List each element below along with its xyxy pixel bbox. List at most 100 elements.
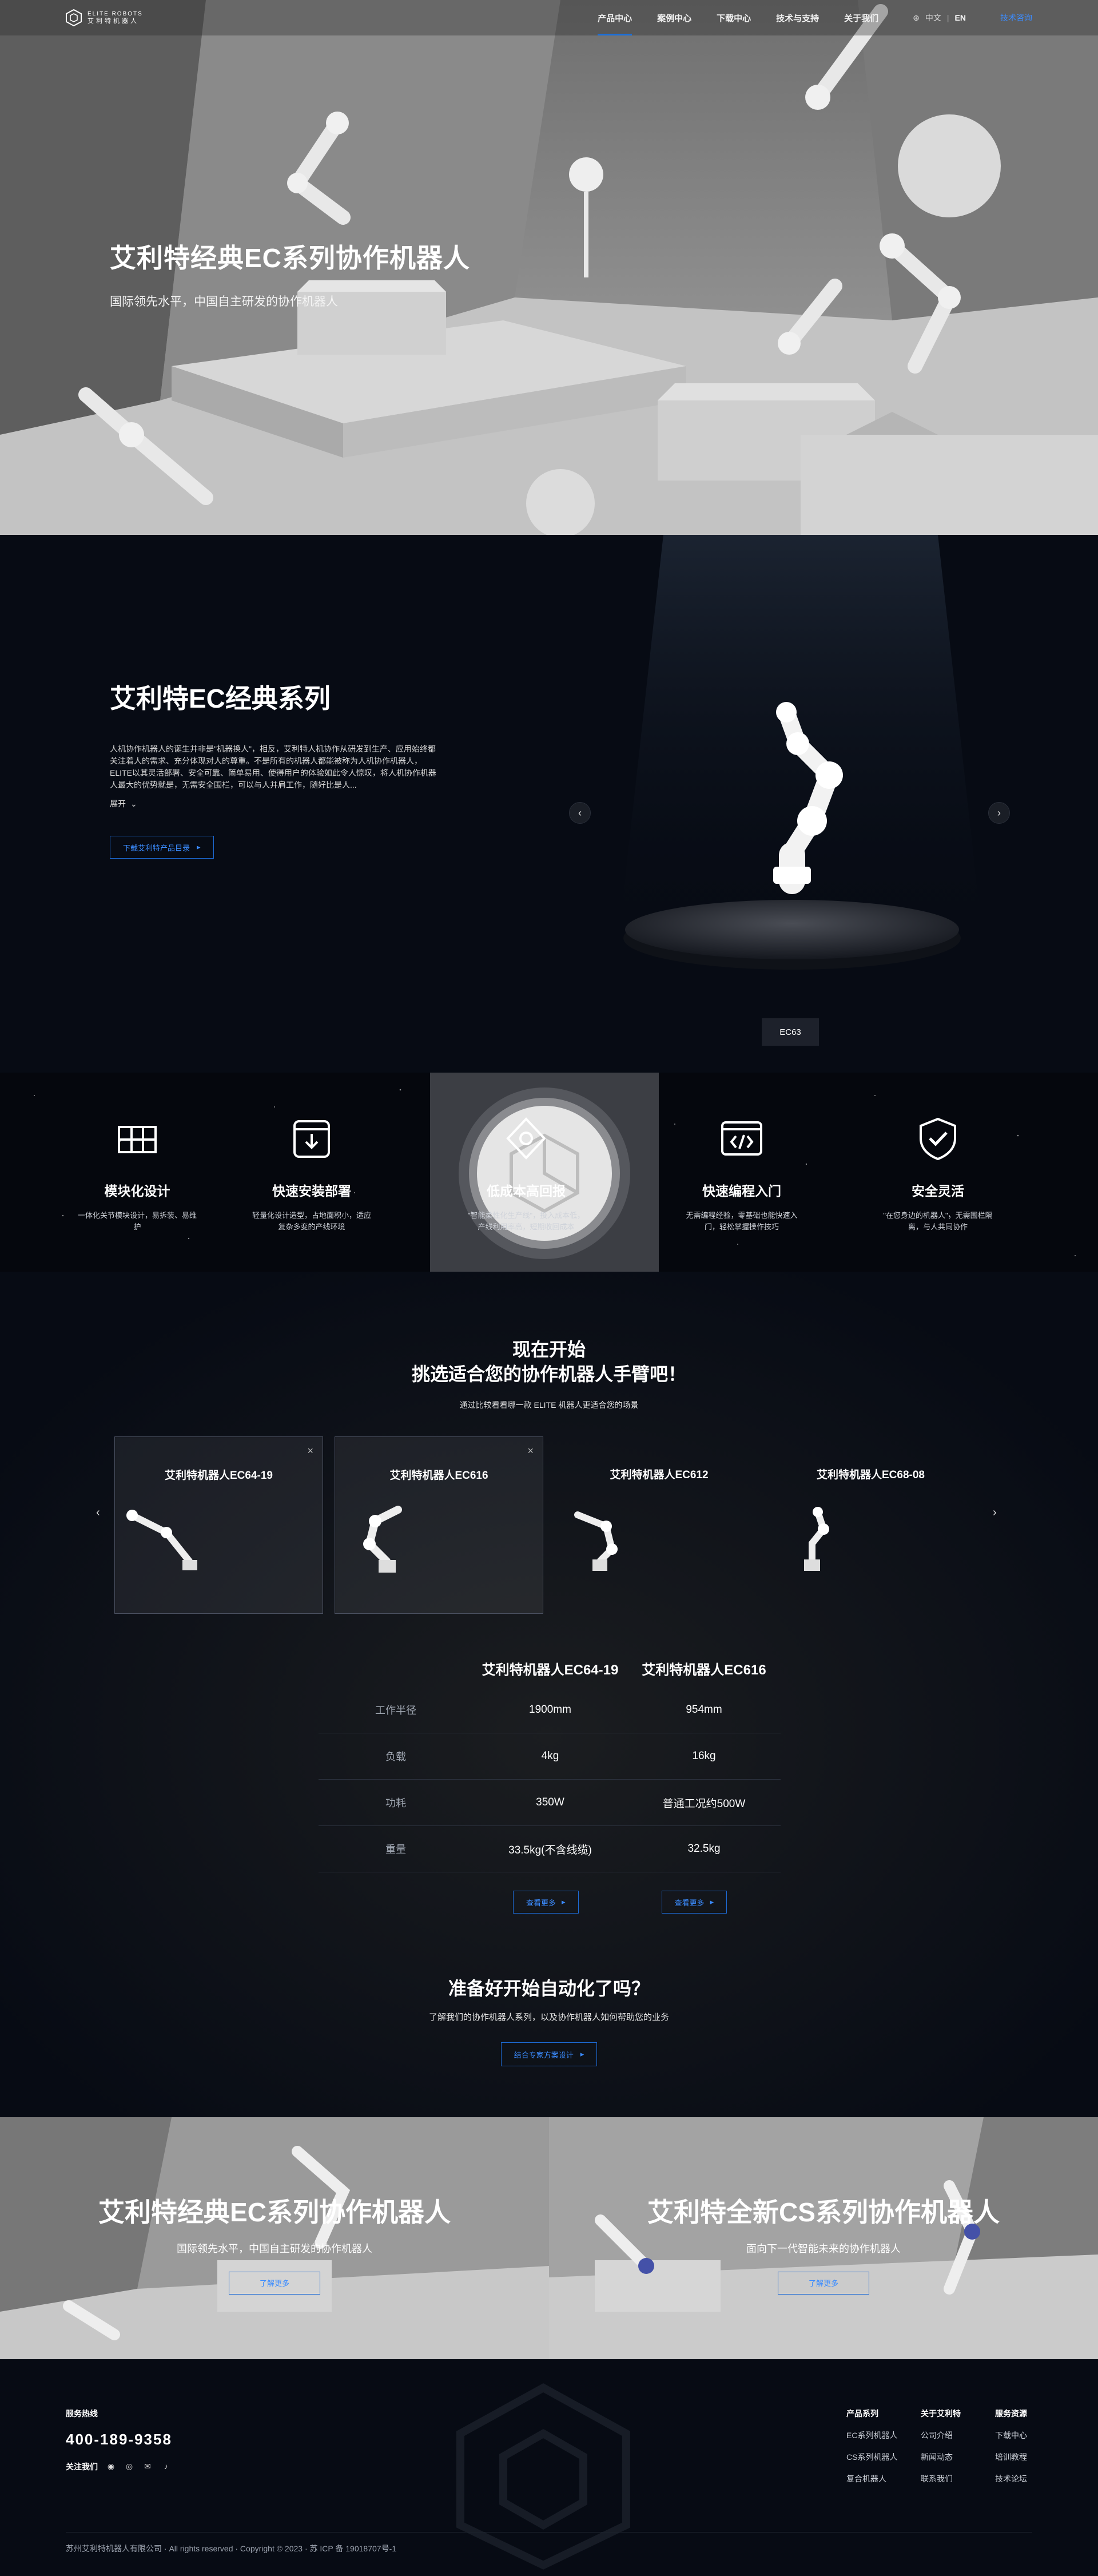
caret-right-icon: ▸ (197, 843, 201, 851)
footer-link[interactable]: 下载中心 (995, 2430, 1069, 2441)
nav-downloads[interactable]: 下载中心 (717, 0, 751, 35)
nav-cases[interactable]: 案例中心 (657, 0, 691, 35)
model-tag[interactable]: EC63 (762, 1018, 819, 1046)
logo[interactable]: ELITE ROBOTS 艾利特机器人 (66, 9, 143, 26)
table-row: 负载 4kg 16kg (319, 1733, 781, 1780)
feature-title: 快速安装部署 (272, 1184, 351, 1198)
robot-card[interactable]: 艾利特机器人EC612 (555, 1436, 763, 1614)
spec-value: 1900mm (529, 1704, 571, 1716)
series-title: 艾利特EC经典系列 (110, 684, 331, 713)
spec-value: 350W (536, 1796, 564, 1808)
footer-link[interactable]: 新闻动态 (921, 2451, 995, 2463)
nav-about[interactable]: 关于我们 (844, 0, 878, 35)
banner-title: 艾利特全新CS系列协作机器人 (647, 2197, 1000, 2227)
hero-subtitle: 国际领先水平，中国自主研发的协作机器人 (110, 295, 338, 308)
spec-compare-table: 艾利特机器人EC64-19 艾利特机器人EC616 工作半径 1900mm 95… (319, 1649, 781, 1914)
globe-icon: ⊕ (913, 13, 920, 22)
next-arrow-button[interactable]: › (988, 802, 1010, 824)
robot-arm-image (574, 1511, 618, 1571)
weibo-icon[interactable]: ◎ (124, 2462, 134, 2472)
feature-description: 无需编程经验，零基础也能快速入门，轻松掌握操作技巧 (686, 1211, 798, 1231)
ready-title: 准备好开始自动化了吗？ (448, 1978, 650, 1999)
robot-card[interactable]: × 艾利特机器人EC64-19 (114, 1436, 323, 1614)
chevron-right-icon[interactable]: › (993, 1506, 997, 1519)
caret-right-icon: ▸ (580, 2050, 584, 2058)
spec-header-col1: 艾利特机器人EC64-19 (482, 1662, 619, 1678)
download-catalog-button[interactable]: 下载艾利特产品目录 ▸ (110, 836, 214, 859)
ready-subtitle: 了解我们的协作机器人系列，以及协作机器人如何帮助您的业务 (428, 2013, 669, 2022)
banner-subtitle: 面向下一代智能未来的协作机器人 (746, 2243, 901, 2255)
robot-card-title: 艾利特机器人EC612 (610, 1469, 709, 1481)
robot-card[interactable]: × 艾利特机器人EC616 (335, 1436, 543, 1614)
hotline-number[interactable]: 400-189-9358 (66, 2431, 172, 2448)
expand-button[interactable]: 展开 ⌄ (110, 798, 441, 809)
feature-description: 轻量化设计造型，占地面积小，适应复杂多变的产线环境 (252, 1211, 371, 1231)
features-section: 模块化设计 一体化关节模块设计，易拆装、易维护 快速安装部署 轻量化设计造型，占… (0, 1073, 1098, 1272)
lang-cn[interactable]: 中文 (925, 12, 941, 23)
site-header: ELITE ROBOTS 艾利特机器人 产品中心 案例中心 下载中心 技术与支持… (0, 0, 1098, 35)
feature-modular: 模块化设计 一体化关节模块设计，易拆装、易维护 (69, 1116, 206, 1233)
view-more-button[interactable]: 查看更多 ▸ (661, 1891, 727, 1914)
footer-link[interactable]: EC系列机器人 (846, 2430, 921, 2441)
close-icon[interactable]: × (527, 1445, 534, 1457)
grid-module-icon (118, 1126, 157, 1153)
site-footer: 服务热线 400-189-9358 关注我们 ◉ ◎ ✉ ♪ 产品系列 EC系列… (0, 2359, 1098, 2576)
close-icon[interactable]: × (307, 1445, 313, 1457)
spec-label: 重量 (385, 1844, 406, 1855)
lang-en[interactable]: EN (955, 13, 966, 22)
email-icon[interactable]: ✉ (142, 2462, 153, 2472)
robot-arm-image (126, 1510, 197, 1570)
footer-link[interactable]: 公司介绍 (921, 2430, 995, 2441)
table-row: 功耗 350W 普通工况约500W (319, 1780, 781, 1826)
tiktok-icon[interactable]: ♪ (161, 2462, 171, 2472)
feature-programming: 快速编程入门 无需编程经验，零基础也能快速入门，轻松掌握操作技巧 (673, 1116, 810, 1233)
wechat-icon[interactable]: ◉ (106, 2462, 116, 2472)
compare-title-line1: 现在开始 (512, 1339, 586, 1360)
series-description: 人机协作机器人的诞生并非是"机器换人"，相反，艾利特人机协作从研发到生产、应用始… (110, 744, 436, 789)
hero-banner: 艾利特经典EC系列协作机器人 国际领先水平，中国自主研发的协作机器人 (0, 0, 1098, 535)
table-row: 重量 33.5kg(不含线缆) 32.5kg (319, 1826, 781, 1872)
robot-card[interactable]: 艾利特机器人EC68-08 (766, 1436, 975, 1614)
footer-columns: 产品系列 EC系列机器人 CS系列机器人 复合机器人 关于艾利特 公司介绍 新闻… (846, 2408, 1069, 2495)
footer-column-title: 产品系列 (846, 2409, 878, 2418)
robot-arm-image (363, 1506, 402, 1573)
footer-column: 服务资源 下载中心 培训教程 技术论坛 (995, 2408, 1069, 2495)
learn-more-button[interactable]: 了解更多 (229, 2272, 320, 2295)
footer-link[interactable]: 复合机器人 (846, 2473, 921, 2484)
table-row: 工作半径 1900mm 954mm (319, 1687, 781, 1733)
ec-series-banner[interactable]: 艾利特经典EC系列协作机器人 国际领先水平，中国自主研发的协作机器人 了解更多 (0, 2117, 549, 2359)
caret-right-icon: ▸ (562, 1898, 566, 1906)
view-more-button[interactable]: 查看更多 ▸ (513, 1891, 579, 1914)
feature-safety: 安全灵活 "在您身边的机器人"，无需围栏隔离，与人共同协作 (869, 1116, 1006, 1233)
footer-link[interactable]: 技术论坛 (995, 2473, 1069, 2484)
feature-title: 模块化设计 (104, 1184, 170, 1198)
feature-description: 一体化关节模块设计，易拆装、易维护 (77, 1211, 197, 1231)
footer-link[interactable]: 培训教程 (995, 2451, 1069, 2463)
compare-section: 现在开始 挑选适合您的协作机器人手臂吧！ 通过比较看看哪一款 ELITE 机器人… (0, 1272, 1098, 2117)
tech-consult-link[interactable]: 技术咨询 (1000, 12, 1032, 23)
copyright: 苏州艾利特机器人有限公司 · All rights reserved · Cop… (66, 2532, 1032, 2554)
expert-solution-button[interactable]: 结合专家方案设计 ▸ (500, 2042, 598, 2066)
spec-table-header: 艾利特机器人EC64-19 艾利特机器人EC616 (319, 1649, 781, 1687)
chevron-left-icon: ‹ (578, 807, 582, 819)
chevron-left-icon[interactable]: ‹ (96, 1506, 100, 1519)
language-switcher: ⊕ 中文 | EN (913, 12, 966, 23)
learn-more-button[interactable]: 了解更多 (778, 2272, 869, 2295)
prev-arrow-button[interactable]: ‹ (569, 802, 591, 824)
robot-card-title: 艾利特机器人EC64-19 (165, 1470, 273, 1482)
footer-link[interactable]: CS系列机器人 (846, 2451, 921, 2463)
nav-products[interactable]: 产品中心 (598, 0, 632, 35)
spec-value: 16kg (692, 1750, 716, 1762)
logo-icon (66, 9, 82, 26)
spec-value: 4kg (541, 1750, 559, 1762)
cs-series-banner[interactable]: 艾利特全新CS系列协作机器人 面向下一代智能未来的协作机器人 了解更多 (549, 2117, 1098, 2359)
compare-title-line2: 挑选适合您的协作机器人手臂吧！ (411, 1364, 686, 1384)
hotline-label: 服务热线 (66, 2409, 98, 2418)
spec-label: 功耗 (385, 1797, 406, 1809)
nav-support[interactable]: 技术与支持 (776, 0, 819, 35)
download-catalog-label: 下载艾利特产品目录 (123, 843, 190, 852)
compare-subtitle: 通过比较看看哪一款 ELITE 机器人更适合您的场景 (459, 1400, 639, 1410)
footer-link[interactable]: 联系我们 (921, 2473, 995, 2484)
diamond-icon (506, 1117, 546, 1160)
spec-value: 33.5kg(不含线缆) (508, 1844, 592, 1856)
